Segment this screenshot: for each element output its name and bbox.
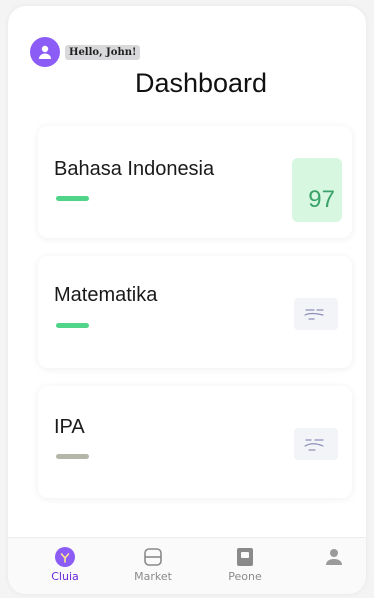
nav-item-cluia[interactable]: Cluia: [35, 546, 95, 583]
subject-card-matematika[interactable]: Matematika: [38, 256, 352, 368]
profile-icon: [326, 549, 342, 565]
greeting-row: Hello, John!: [30, 36, 141, 68]
home-icon: [55, 547, 75, 567]
subject-thumbnail: [294, 428, 338, 460]
greeting-text: Hello, John!: [65, 44, 141, 60]
subject-name: IPA: [54, 416, 85, 438]
subject-progress-bar: [56, 196, 89, 201]
nav-item-profile[interactable]: [304, 546, 364, 570]
subject-progress-bar: [56, 454, 89, 459]
nav-item-peone[interactable]: Peone: [215, 546, 275, 583]
nav-label: Peone: [228, 570, 262, 583]
nav-item-market[interactable]: Market: [123, 546, 183, 583]
subject-progress-bar: [56, 323, 89, 328]
subject-card-bahasa-indonesia[interactable]: Bahasa Indonesia 97: [38, 126, 352, 238]
avatar[interactable]: [30, 37, 60, 67]
market-icon: [144, 548, 162, 566]
doodle-icon: [304, 309, 324, 320]
score-value: 97: [308, 186, 335, 213]
page-title: Dashboard: [134, 68, 268, 98]
subject-card-ipa[interactable]: IPA: [38, 386, 352, 498]
badge-icon: [237, 548, 253, 566]
score-badge: 97: [292, 158, 342, 222]
bottom-navigation: Cluia Market Peone: [8, 537, 366, 594]
subject-name: Bahasa Indonesia: [54, 158, 215, 180]
user-icon: [39, 45, 51, 59]
nav-label: Cluia: [51, 570, 79, 583]
nav-label: Market: [134, 570, 172, 583]
subject-thumbnail: [294, 298, 338, 330]
app-screen: Hello, John! Dashboard Bahasa Indonesia …: [8, 6, 366, 594]
subject-name: Matematika: [54, 284, 158, 306]
doodle-icon: [304, 439, 324, 451]
